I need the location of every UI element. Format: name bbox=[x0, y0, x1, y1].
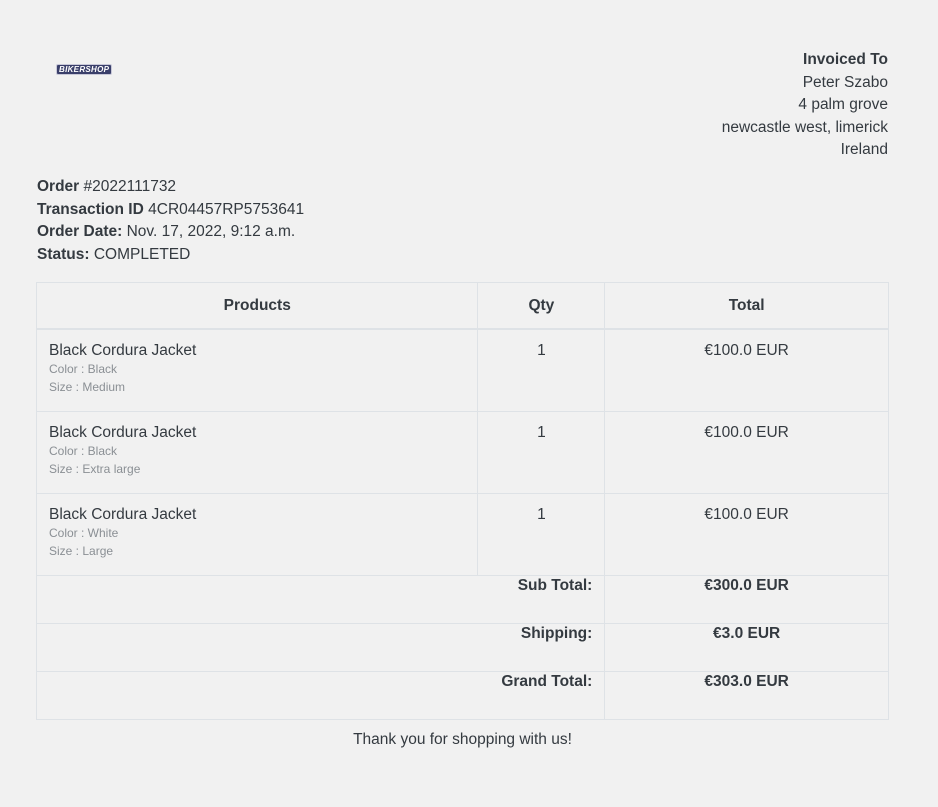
status-label: Status: bbox=[37, 245, 90, 263]
subtotal-value: €300.0 EUR bbox=[604, 575, 889, 624]
transaction-line: Transaction ID 4CR04457RP5753641 bbox=[37, 199, 304, 222]
product-color: Color : White bbox=[49, 526, 119, 540]
order-label: Order bbox=[37, 178, 80, 195]
transaction-id: 4CR04457RP5753641 bbox=[148, 200, 305, 218]
header-total: Total bbox=[604, 282, 889, 330]
transaction-label: Transaction ID bbox=[37, 200, 144, 218]
qty-cell: 1 bbox=[477, 411, 606, 494]
product-cell: Black Cordura Jacket Color : White Size … bbox=[35, 493, 479, 576]
address-line-1: 4 palm grove bbox=[798, 96, 888, 113]
customer-name: Peter Szabo bbox=[802, 73, 888, 91]
grand-total-label: Grand Total: bbox=[35, 671, 606, 720]
invoiced-to-block: Invoiced To Peter Szabo 4 palm grove new… bbox=[722, 49, 888, 162]
order-number-line: Order #2022111732 bbox=[37, 176, 304, 199]
product-name: Black Cordura Jacket bbox=[49, 506, 197, 523]
invoiced-to-heading: Invoiced To bbox=[803, 51, 888, 68]
subtotal-row: Sub Total: €300.0 EUR bbox=[35, 575, 889, 624]
product-size: Size : Large bbox=[49, 544, 114, 558]
total-cell: €100.0 EUR bbox=[604, 411, 889, 494]
qty-cell: 1 bbox=[477, 328, 606, 412]
product-cell: Black Cordura Jacket Color : Black Size … bbox=[35, 411, 479, 494]
table-row: Black Cordura Jacket Color : Black Size … bbox=[35, 328, 889, 412]
order-number: #2022111732 bbox=[83, 178, 177, 195]
product-size: Size : Extra large bbox=[49, 462, 141, 476]
order-info: Order #2022111732 Transaction ID 4CR0445… bbox=[37, 176, 304, 266]
shipping-label: Shipping: bbox=[35, 623, 606, 672]
total-cell: €100.0 EUR bbox=[604, 328, 889, 412]
product-cell: Black Cordura Jacket Color : Black Size … bbox=[35, 328, 479, 412]
product-name: Black Cordura Jacket bbox=[49, 424, 197, 441]
order-status: COMPLETED bbox=[93, 245, 191, 263]
table-row: Black Cordura Jacket Color : Black Size … bbox=[35, 411, 889, 494]
invoice-page: BIKERSHOP Invoiced To Peter Szabo 4 palm… bbox=[0, 0, 938, 807]
product-color: Color : Black bbox=[49, 362, 118, 376]
table-row: Black Cordura Jacket Color : White Size … bbox=[35, 493, 889, 576]
grand-total-value: €303.0 EUR bbox=[604, 671, 889, 720]
order-date-line: Order Date: Nov. 17, 2022, 9:12 a.m. bbox=[37, 221, 304, 244]
address-country: Ireland bbox=[840, 141, 888, 158]
product-color: Color : Black bbox=[49, 444, 118, 458]
thank-you-message: Thank you for shopping with us! bbox=[353, 731, 572, 748]
header-products: Products bbox=[35, 282, 479, 330]
shipping-value: €3.0 EUR bbox=[604, 623, 889, 672]
product-name: Black Cordura Jacket bbox=[49, 342, 197, 359]
table-header-row: Products Qty Total bbox=[35, 282, 889, 330]
status-line: Status: COMPLETED bbox=[37, 244, 304, 267]
shipping-row: Shipping: €3.0 EUR bbox=[35, 623, 889, 672]
order-items-table: Products Qty Total Black Cordura Jacket … bbox=[35, 282, 889, 720]
address-line-2: newcastle west, limerick bbox=[721, 118, 888, 136]
grand-total-row: Grand Total: €303.0 EUR bbox=[35, 671, 889, 720]
header-qty: Qty bbox=[477, 282, 606, 330]
total-cell: €100.0 EUR bbox=[604, 493, 889, 576]
order-date-label: Order Date: bbox=[37, 223, 123, 240]
subtotal-label: Sub Total: bbox=[35, 575, 606, 624]
qty-cell: 1 bbox=[477, 493, 606, 576]
order-date: Nov. 17, 2022, 9:12 a.m. bbox=[126, 223, 296, 240]
product-size: Size : Medium bbox=[49, 380, 126, 394]
shop-logo: BIKERSHOP bbox=[56, 64, 113, 75]
